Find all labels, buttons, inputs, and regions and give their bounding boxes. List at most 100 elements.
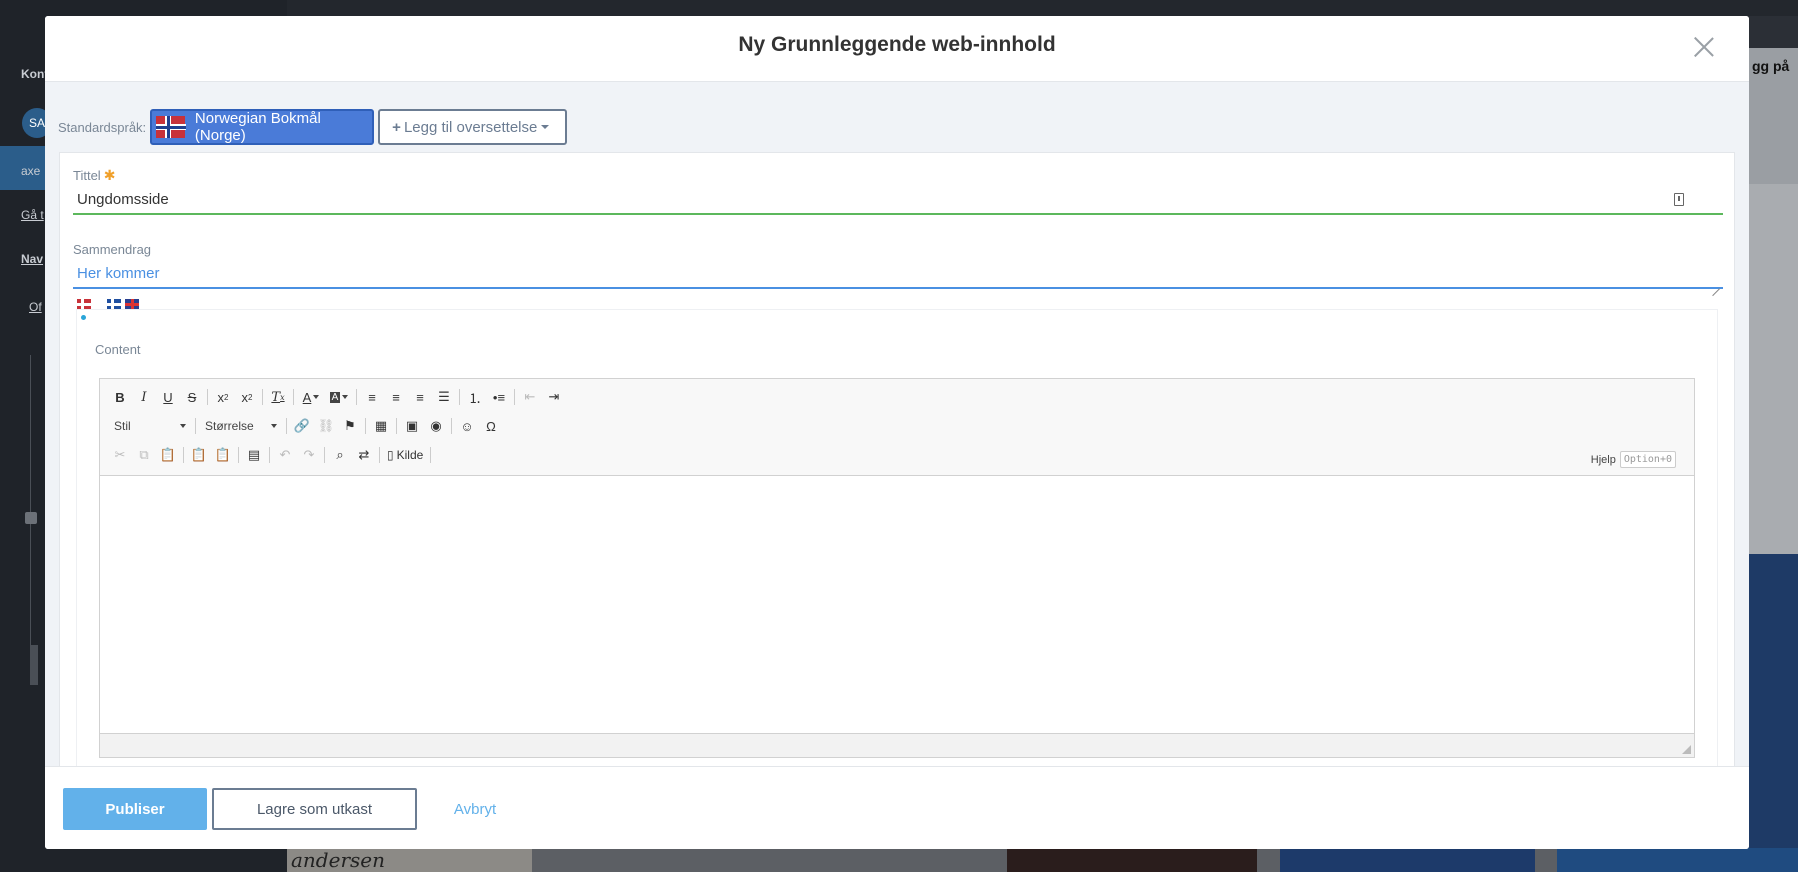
source-file-icon: ▯ — [387, 448, 394, 462]
unlink-icon[interactable]: ⛓ — [314, 414, 338, 438]
editor-status-bar — [100, 733, 1694, 757]
background-tree-block — [30, 645, 38, 685]
background-color-icon[interactable]: A — [325, 385, 353, 409]
uk-flag-icon[interactable] — [125, 299, 139, 309]
toolbar-separator — [207, 389, 208, 405]
title-label-text: Tittel — [73, 168, 101, 183]
size-combo-label: Størrelse — [205, 419, 254, 433]
media-icon[interactable]: ◉ — [424, 414, 448, 438]
remove-format-icon[interactable]: Tx — [266, 385, 290, 409]
paste-text-icon[interactable]: 📋 — [187, 443, 211, 467]
norway-flag-icon[interactable] — [77, 299, 91, 309]
background-right-text: gg på — [1752, 58, 1790, 74]
outdent-icon[interactable]: ⇤ — [518, 385, 542, 409]
align-justify-icon[interactable]: ☰ — [432, 385, 456, 409]
editor-content-area[interactable] — [100, 476, 1694, 734]
bulleted-list-icon[interactable]: •≡ — [487, 385, 511, 409]
add-translation-button[interactable]: + Legg til oversettelse — [378, 109, 568, 145]
text-color-icon[interactable]: A — [297, 385, 325, 409]
title-input[interactable] — [73, 185, 1723, 215]
rich-text-editor: B I U S x2 x2 Tx A A ≡ ≡ ≡ ☰ ⒈ •≡ ⇤ ⇥ St… — [99, 378, 1695, 758]
italic-icon[interactable]: I — [132, 385, 156, 409]
style-combo[interactable]: Stil — [108, 415, 192, 437]
plus-icon: + — [392, 118, 401, 136]
toolbar-separator — [262, 389, 263, 405]
language-bar: Standardspråk: Norwegian Bokmål (Norge) … — [58, 109, 568, 145]
new-content-modal: Ny Grunnleggende web-innhold Standardspr… — [45, 16, 1749, 849]
strikethrough-icon[interactable]: S — [180, 385, 204, 409]
modal-title: Ny Grunnleggende web-innhold — [738, 33, 1056, 56]
content-label: Content — [95, 342, 141, 357]
align-right-icon[interactable]: ≡ — [408, 385, 432, 409]
resize-grip-icon[interactable] — [1712, 281, 1720, 289]
source-button[interactable]: ▯ Kilde — [383, 443, 427, 467]
toolbar-separator — [293, 389, 294, 405]
title-field-label: Tittel ✱ — [73, 167, 115, 184]
toolbar-separator — [430, 447, 432, 463]
default-language-button[interactable]: Norwegian Bokmål (Norge) — [150, 109, 375, 145]
indent-icon[interactable]: ⇥ — [542, 385, 566, 409]
toolbar-separator — [514, 389, 515, 405]
undo-icon[interactable]: ↶ — [273, 443, 297, 467]
save-draft-button[interactable]: Lagre som utkast — [212, 788, 417, 830]
editor-toolbar: B I U S x2 x2 Tx A A ≡ ≡ ≡ ☰ ⒈ •≡ ⇤ ⇥ St… — [100, 379, 1694, 476]
redo-icon[interactable]: ↷ — [297, 443, 321, 467]
special-character-icon[interactable]: Ω — [479, 414, 503, 438]
default-language-label-text: Norwegian Bokmål (Norge) — [194, 110, 321, 144]
link-icon[interactable]: 🔗 — [290, 414, 314, 438]
summary-input[interactable] — [73, 259, 1723, 289]
cut-icon[interactable]: ✂ — [108, 443, 132, 467]
align-left-icon[interactable]: ≡ — [360, 385, 384, 409]
background-tree-handle — [25, 512, 37, 524]
iceland-flag-icon[interactable] — [107, 299, 121, 309]
image-icon[interactable]: ▣ — [400, 414, 424, 438]
background-sidebar-text: axe — [21, 164, 41, 178]
source-button-label: Kilde — [396, 448, 424, 462]
background-thumbnail — [1007, 848, 1257, 872]
toolbar-row-2: Stil Størrelse 🔗 ⛓ ⚑ ▦ ▣ ◉ ☺ Ω — [108, 414, 503, 438]
cancel-button[interactable]: Avbryt — [435, 788, 515, 830]
paste-word-icon[interactable]: 📋 — [211, 443, 235, 467]
resize-handle-icon[interactable] — [1682, 745, 1691, 754]
help-label: Hjelp — [1590, 453, 1616, 466]
paste-icon[interactable]: 📋 — [156, 443, 180, 467]
chevron-down-icon — [180, 424, 186, 428]
language-flags — [77, 299, 139, 309]
align-center-icon[interactable]: ≡ — [384, 385, 408, 409]
background-topbar — [287, 0, 1798, 16]
help-shortcut: Option+0 — [1619, 451, 1676, 468]
replace-icon[interactable]: ⇄ — [352, 443, 376, 467]
modal-header: Ny Grunnleggende web-innhold — [45, 16, 1749, 82]
copy-icon[interactable]: ⧉ — [132, 443, 156, 467]
size-combo[interactable]: Størrelse — [199, 415, 283, 437]
templates-icon[interactable]: ▤ — [242, 443, 266, 467]
background-thumbnail: andersen — [287, 848, 532, 872]
toolbar-separator — [286, 418, 287, 434]
find-icon[interactable]: ⌕ — [328, 443, 352, 467]
underline-icon[interactable]: U — [156, 385, 180, 409]
toolbar-separator — [356, 389, 357, 405]
background-sidebar-text: Gå t — [21, 208, 44, 222]
toolbar-separator — [451, 418, 452, 434]
style-combo-label: Stil — [114, 419, 131, 433]
modal-footer: Publiser Lagre som utkast Avbryt — [45, 766, 1749, 849]
field-info-icon[interactable] — [1674, 193, 1684, 206]
editor-help[interactable]: Hjelp Option+0 — [1591, 451, 1676, 468]
anchor-flag-icon[interactable]: ⚑ — [338, 414, 362, 438]
toolbar-row-1: B I U S x2 x2 Tx A A ≡ ≡ ≡ ☰ ⒈ •≡ ⇤ ⇥ — [108, 385, 566, 409]
toolbar-separator — [396, 418, 397, 434]
required-star-icon: ✱ — [103, 167, 116, 183]
emoji-icon[interactable]: ☺ — [455, 414, 479, 438]
publish-button[interactable]: Publiser — [63, 788, 207, 830]
superscript-icon[interactable]: x2 — [235, 385, 259, 409]
subscript-icon[interactable]: x2 — [211, 385, 235, 409]
toolbar-separator — [238, 447, 239, 463]
bold-icon[interactable]: B — [108, 385, 132, 409]
toolbar-row-3: ✂ ⧉ 📋 📋 📋 ▤ ↶ ↷ ⌕ ⇄ ▯ Kilde — [108, 443, 434, 467]
add-translation-label: Legg til oversettelse — [403, 118, 538, 136]
toolbar-separator — [324, 447, 325, 463]
close-icon[interactable] — [1693, 36, 1715, 58]
numbered-list-icon[interactable]: ⒈ — [463, 385, 487, 409]
table-icon[interactable]: ▦ — [369, 414, 393, 438]
toolbar-separator — [365, 418, 366, 434]
